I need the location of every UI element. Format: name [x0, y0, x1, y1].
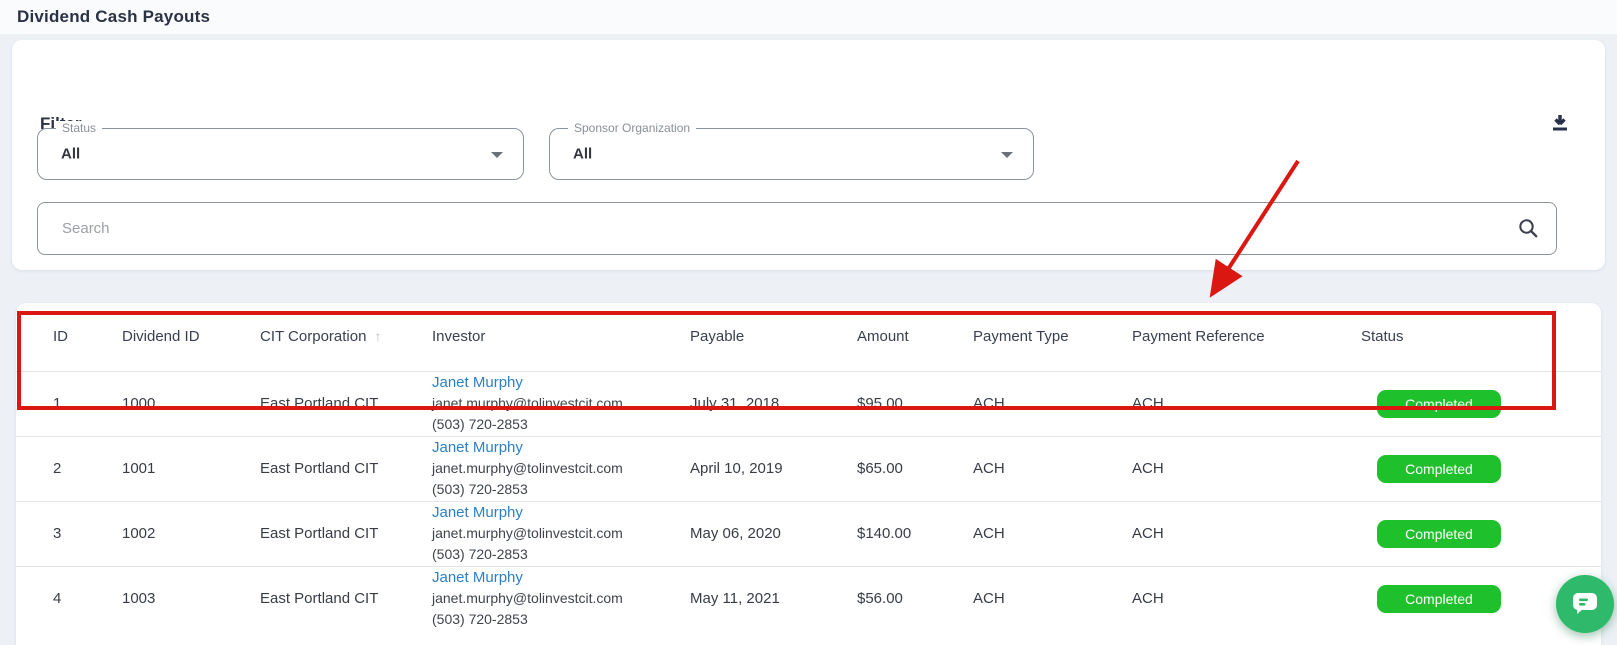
table-header-row: ID Dividend ID CIT Corporation↑ Investor…: [16, 303, 1601, 371]
payouts-table: ID Dividend ID CIT Corporation↑ Investor…: [16, 303, 1601, 631]
cell-id: 1: [16, 371, 106, 436]
cell-id: 2: [16, 436, 106, 501]
column-header-payment-reference[interactable]: Payment Reference: [1116, 303, 1345, 371]
cell-amount: $140.00: [841, 501, 957, 566]
cell-investor: Janet Murphy janet.murphy@tolinvestcit.c…: [416, 566, 674, 631]
cell-amount: $56.00: [841, 566, 957, 631]
investor-link[interactable]: Janet Murphy: [432, 567, 674, 588]
download-button[interactable]: [1547, 112, 1573, 138]
cell-amount: $95.00: [841, 371, 957, 436]
investor-link[interactable]: Janet Murphy: [432, 502, 674, 523]
investor-phone: (503) 720-2853: [432, 481, 528, 497]
status-badge: Completed: [1377, 585, 1501, 613]
cell-investor: Janet Murphy janet.murphy@tolinvestcit.c…: [416, 501, 674, 566]
cell-payment-type: ACH: [957, 566, 1116, 631]
download-icon: [1548, 124, 1572, 139]
cell-payment-type: ACH: [957, 436, 1116, 501]
chevron-down-icon: [1001, 152, 1013, 158]
status-select-label: Status: [56, 121, 102, 135]
cell-dividend-id: 1003: [106, 566, 244, 631]
cell-payment-reference: ACH: [1116, 436, 1345, 501]
table-row: 1 1000 East Portland CIT Janet Murphy ja…: [16, 371, 1601, 436]
cell-payable: April 10, 2019: [674, 436, 841, 501]
sponsor-select-label: Sponsor Organization: [568, 121, 696, 135]
status-select[interactable]: Status All: [37, 128, 524, 180]
column-header-cit-corporation[interactable]: CIT Corporation↑: [244, 303, 416, 371]
cell-payment-reference: ACH: [1116, 371, 1345, 436]
table-row: 2 1001 East Portland CIT Janet Murphy ja…: [16, 436, 1601, 501]
table-row: 3 1002 East Portland CIT Janet Murphy ja…: [16, 501, 1601, 566]
search-field-container: [37, 202, 1557, 255]
filter-card: Filter Status All Sponsor Organization A…: [12, 40, 1605, 270]
sort-ascending-icon: ↑: [374, 328, 381, 344]
status-badge: Completed: [1377, 520, 1501, 548]
investor-phone: (503) 720-2853: [432, 611, 528, 627]
cell-payment-reference: ACH: [1116, 501, 1345, 566]
cell-cit-corporation: East Portland CIT: [244, 566, 416, 631]
table-row: 4 1003 East Portland CIT Janet Murphy ja…: [16, 566, 1601, 631]
cell-investor: Janet Murphy janet.murphy@tolinvestcit.c…: [416, 371, 674, 436]
column-header-payable[interactable]: Payable: [674, 303, 841, 371]
top-bar: Dividend Cash Payouts: [0, 0, 1617, 34]
cell-payment-reference: ACH: [1116, 566, 1345, 631]
column-header-amount[interactable]: Amount: [841, 303, 957, 371]
column-header-status[interactable]: Status: [1345, 303, 1601, 371]
investor-link[interactable]: Janet Murphy: [432, 437, 674, 458]
cell-status: Completed: [1345, 371, 1601, 436]
investor-email: janet.murphy@tolinvestcit.com: [432, 460, 623, 476]
status-badge: Completed: [1377, 455, 1501, 483]
cell-payment-type: ACH: [957, 371, 1116, 436]
cell-id: 4: [16, 566, 106, 631]
status-badge: Completed: [1377, 390, 1501, 418]
cell-status: Completed: [1345, 501, 1601, 566]
cell-dividend-id: 1000: [106, 371, 244, 436]
cell-investor: Janet Murphy janet.murphy@tolinvestcit.c…: [416, 436, 674, 501]
column-header-payment-type[interactable]: Payment Type: [957, 303, 1116, 371]
column-header-id[interactable]: ID: [16, 303, 106, 371]
cell-cit-corporation: East Portland CIT: [244, 371, 416, 436]
cell-amount: $65.00: [841, 436, 957, 501]
investor-link[interactable]: Janet Murphy: [432, 372, 674, 393]
page-title: Dividend Cash Payouts: [17, 0, 210, 34]
cell-payment-type: ACH: [957, 501, 1116, 566]
sponsor-select-value: All: [573, 146, 592, 163]
column-header-dividend-id[interactable]: Dividend ID: [106, 303, 244, 371]
cell-dividend-id: 1001: [106, 436, 244, 501]
cell-status: Completed: [1345, 436, 1601, 501]
cell-payable: July 31, 2018: [674, 371, 841, 436]
cell-cit-corporation: East Portland CIT: [244, 501, 416, 566]
investor-phone: (503) 720-2853: [432, 416, 528, 432]
cell-payable: May 11, 2021: [674, 566, 841, 631]
investor-email: janet.murphy@tolinvestcit.com: [432, 395, 623, 411]
investor-phone: (503) 720-2853: [432, 546, 528, 562]
chat-launcher-button[interactable]: [1556, 575, 1614, 633]
cell-cit-corporation: East Portland CIT: [244, 436, 416, 501]
status-select-value: All: [61, 146, 80, 163]
chevron-down-icon: [491, 152, 503, 158]
cell-dividend-id: 1002: [106, 501, 244, 566]
investor-email: janet.murphy@tolinvestcit.com: [432, 525, 623, 541]
search-icon[interactable]: [1517, 217, 1539, 244]
investor-email: janet.murphy@tolinvestcit.com: [432, 590, 623, 606]
column-header-investor[interactable]: Investor: [416, 303, 674, 371]
cell-id: 3: [16, 501, 106, 566]
search-input[interactable]: [37, 202, 1557, 255]
payouts-table-card: ID Dividend ID CIT Corporation↑ Investor…: [16, 303, 1601, 645]
chat-bubble-icon: [1571, 591, 1599, 618]
cell-payable: May 06, 2020: [674, 501, 841, 566]
sponsor-organization-select[interactable]: Sponsor Organization All: [549, 128, 1034, 180]
